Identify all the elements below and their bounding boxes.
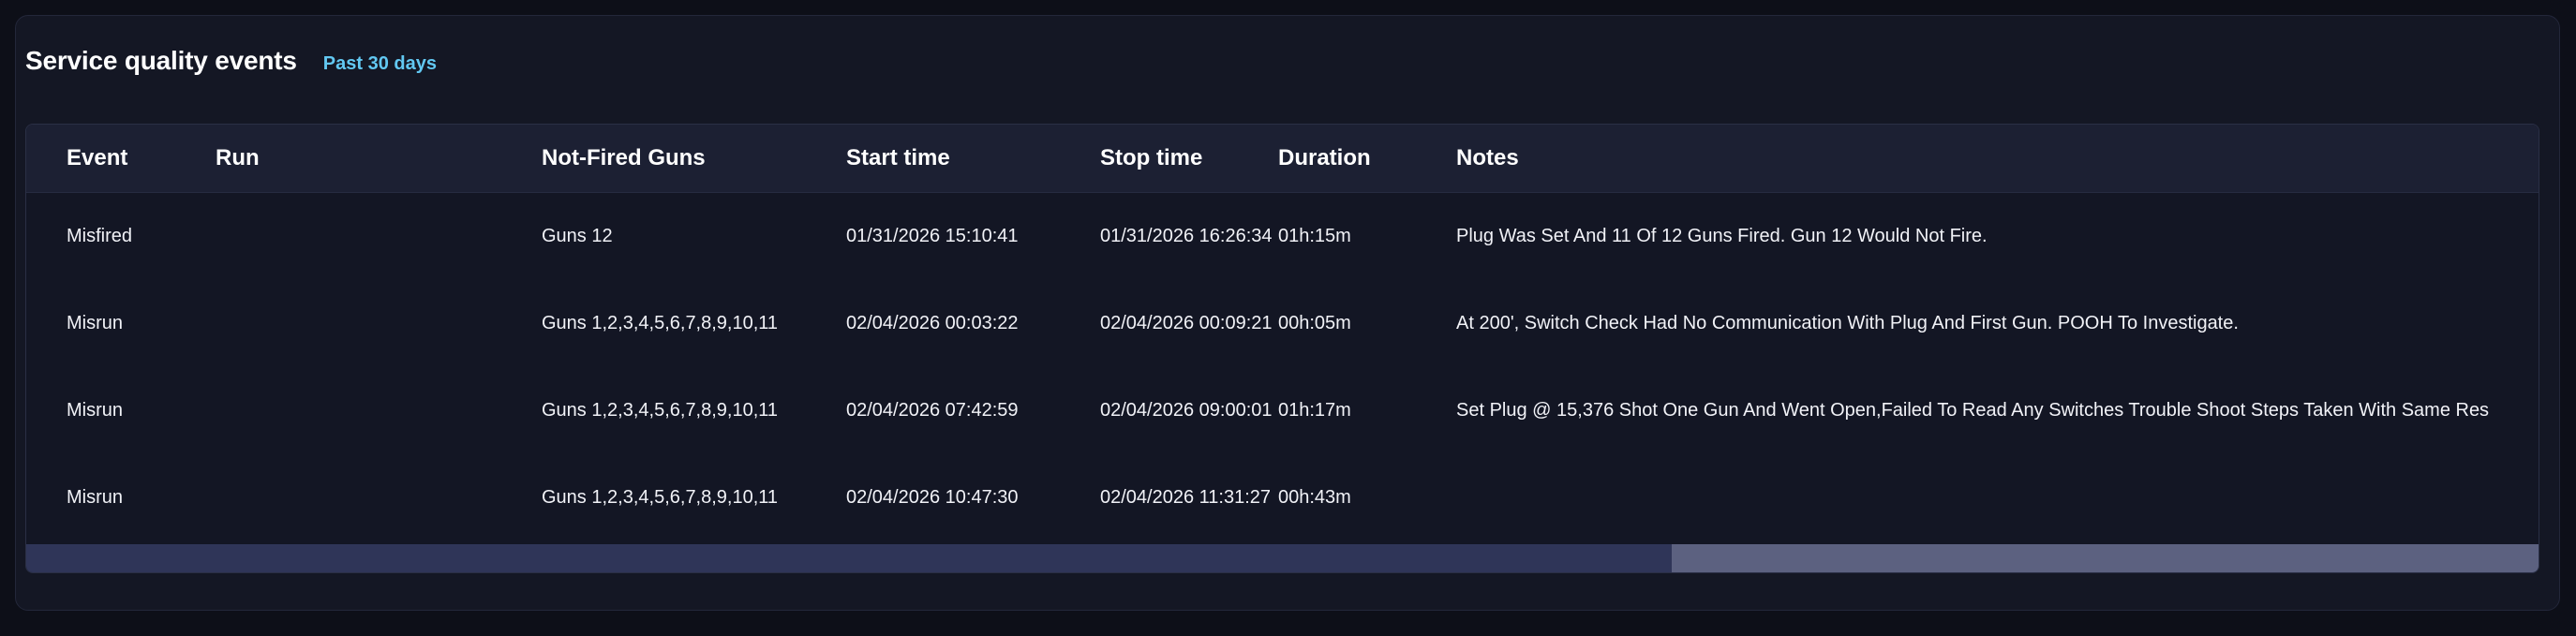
cell-notes: Plug Was Set And 11 Of 12 Guns Fired. Gu… [1456,226,1988,246]
cell-stop-time: 02/04/2026 11:31:27 [1100,487,1272,508]
cell-duration: 00h:43m [1278,487,1351,508]
column-header-event[interactable]: Event [67,125,127,192]
cell-start-time: 02/04/2026 07:42:59 [846,400,1019,421]
table-row[interactable]: Misrun Guns 1,2,3,4,5,6,7,8,9,10,11 02/0… [26,367,2539,454]
service-quality-events-card: Service quality events Past 30 days Even… [15,15,2560,611]
cell-not-fired-guns: Guns 12 [542,226,613,246]
cell-duration: 01h:17m [1278,400,1351,421]
cell-start-time: 02/04/2026 00:03:22 [846,313,1019,333]
cell-notes: At 200', Switch Check Had No Communicati… [1456,313,2239,333]
card-title: Service quality events [25,46,297,75]
column-header-duration[interactable]: Duration [1278,125,1371,192]
cell-start-time: 01/31/2026 15:10:41 [846,226,1019,246]
cell-event: Misrun [67,487,124,508]
cell-not-fired-guns: Guns 1,2,3,4,5,6,7,8,9,10,11 [542,313,779,333]
cell-event: Misrun [67,313,124,333]
cell-event: Misrun [67,400,124,421]
cell-stop-time: 01/31/2026 16:26:34 [1100,226,1273,246]
cell-overflow-column: 1 [2538,193,2539,280]
cell-notes: Set Plug @ 15,376 Shot One Gun And Went … [1456,400,2490,421]
table-row[interactable]: Misfired Guns 12 01/31/2026 15:10:41 01/… [26,193,2539,280]
scrollbar-thumb[interactable] [1672,544,2539,572]
column-header-start-time[interactable]: Start time [846,125,950,192]
table-row[interactable]: Misrun Guns 1,2,3,4,5,6,7,8,9,10,11 02/0… [26,454,2539,541]
cell-event: Misfired [67,226,133,246]
cell-not-fired-guns: Guns 1,2,3,4,5,6,7,8,9,10,11 [542,487,779,508]
table-header-row: Event Run Not-Fired Guns Start time Stop… [26,125,2539,193]
table-row[interactable]: Misrun Guns 1,2,3,4,5,6,7,8,9,10,11 02/0… [26,280,2539,367]
cell-not-fired-guns: Guns 1,2,3,4,5,6,7,8,9,10,11 [542,400,779,421]
column-header-not-fired-guns[interactable]: Not-Fired Guns [542,125,706,192]
column-header-run[interactable]: Run [216,125,260,192]
cell-stop-time: 02/04/2026 00:09:21 [1100,313,1273,333]
date-range-filter[interactable]: Past 30 days [323,53,437,75]
horizontal-scrollbar[interactable] [26,544,2539,572]
events-table: Event Run Not-Fired Guns Start time Stop… [25,124,2539,573]
card-header: Service quality events Past 30 days [25,46,437,76]
column-header-notes[interactable]: Notes [1456,125,1519,192]
column-header-stop-time[interactable]: Stop time [1100,125,1202,192]
cell-start-time: 02/04/2026 10:47:30 [846,487,1019,508]
cell-duration: 00h:05m [1278,313,1351,333]
cell-duration: 01h:15m [1278,226,1351,246]
cell-stop-time: 02/04/2026 09:00:01 [1100,400,1273,421]
